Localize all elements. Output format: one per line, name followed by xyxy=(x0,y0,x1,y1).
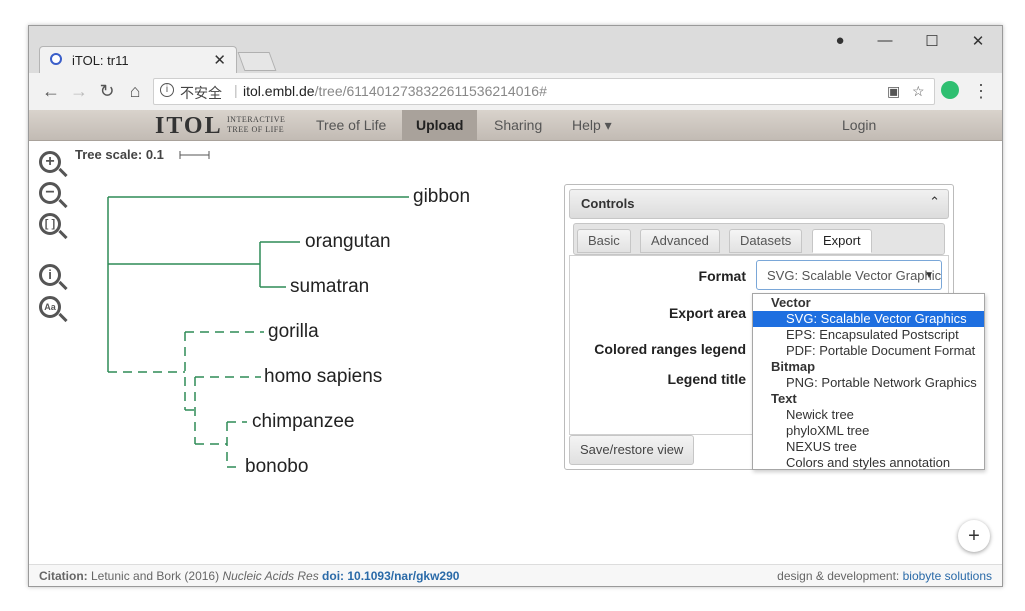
citation-journal: Nucleic Acids Res xyxy=(222,569,319,583)
credit-text: design & development: xyxy=(777,569,900,583)
leaf-sumatran[interactable]: sumatran xyxy=(290,276,369,298)
citation-text: Letunic and Bork (2016) xyxy=(91,569,220,583)
format-select-value: SVG: Scalable Vector Graphics xyxy=(767,268,942,283)
close-window-icon[interactable]: ✕ xyxy=(966,32,990,50)
export-area-label: Export area xyxy=(668,305,746,321)
tab-advanced[interactable]: Advanced xyxy=(640,229,720,253)
option-svg[interactable]: SVG: Scalable Vector Graphics xyxy=(753,311,984,327)
nav-help[interactable]: Help ▾ xyxy=(558,110,626,140)
leaf-gibbon[interactable]: gibbon xyxy=(413,186,470,208)
tab-datasets[interactable]: Datasets xyxy=(729,229,803,253)
option-eps[interactable]: EPS: Encapsulated Postscript xyxy=(753,327,984,343)
leaf-bonobo[interactable]: bonobo xyxy=(245,456,308,478)
option-nexus[interactable]: NEXUS tree xyxy=(753,439,984,455)
maximize-icon[interactable]: ☐ xyxy=(920,32,944,50)
credit: design & development: biobyte solutions xyxy=(777,569,992,583)
browser-window: iTOL: tr11 ✕ ● — ☐ ✕ ← → ↻ ⌂ i 不安全 | ito… xyxy=(28,25,1003,587)
format-dropdown-list: Vector SVG: Scalable Vector Graphics EPS… xyxy=(752,293,985,470)
menu-kebab-icon[interactable]: ⋮ xyxy=(971,81,991,102)
citation-label: Citation: xyxy=(39,569,88,583)
tab-export[interactable]: Export xyxy=(812,229,872,253)
dropdown-arrow-icon: ▼ xyxy=(924,270,934,281)
colored-ranges-legend-label: Colored ranges legend xyxy=(594,341,746,357)
legend-title-label: Legend title xyxy=(667,371,746,387)
leaf-homo-sapiens[interactable]: homo sapiens xyxy=(264,366,382,388)
save-restore-view-button[interactable]: Save/restore view xyxy=(569,435,695,465)
leaf-chimpanzee[interactable]: chimpanzee xyxy=(252,411,354,433)
option-colors-styles[interactable]: Colors and styles annotation xyxy=(753,455,984,471)
controls-title: Controls xyxy=(581,196,635,211)
leaf-orangutan[interactable]: orangutan xyxy=(305,231,391,253)
format-label: Format xyxy=(698,268,746,284)
format-select[interactable]: SVG: Scalable Vector Graphics ▼ xyxy=(756,260,942,290)
group-bitmap: Bitmap xyxy=(771,359,816,374)
citation: Citation: Letunic and Bork (2016) Nuclei… xyxy=(39,569,459,583)
credit-link[interactable]: biobyte solutions xyxy=(903,569,992,583)
extension-icon[interactable] xyxy=(941,81,959,99)
add-fab-button[interactable]: + xyxy=(958,520,990,552)
option-png[interactable]: PNG: Portable Network Graphics xyxy=(753,375,984,391)
bookmark-star-icon[interactable]: ☆ xyxy=(912,83,925,100)
option-phyloxml[interactable]: phyloXML tree xyxy=(753,423,984,439)
nav-login[interactable]: Login xyxy=(828,110,890,140)
controls-header[interactable]: Controls ⌃ xyxy=(569,189,949,219)
controls-tabs: Basic Advanced Datasets Export xyxy=(573,223,945,255)
profile-icon[interactable]: ● xyxy=(828,32,852,49)
tree-dashed-branches xyxy=(108,331,264,468)
citation-doi-link[interactable]: doi: 10.1093/nar/gkw290 xyxy=(322,569,459,583)
translate-icon[interactable]: ▣ xyxy=(887,83,900,100)
collapse-chevron-icon[interactable]: ⌃ xyxy=(929,194,940,210)
option-newick[interactable]: Newick tree xyxy=(753,407,984,423)
footer: Citation: Letunic and Bork (2016) Nuclei… xyxy=(29,564,1002,586)
leaf-gorilla[interactable]: gorilla xyxy=(268,321,319,343)
group-text: Text xyxy=(771,391,797,406)
group-vector: Vector xyxy=(771,295,811,310)
option-pdf[interactable]: PDF: Portable Document Format xyxy=(753,343,984,359)
tab-basic[interactable]: Basic xyxy=(577,229,631,253)
minimize-icon[interactable]: — xyxy=(873,32,897,49)
